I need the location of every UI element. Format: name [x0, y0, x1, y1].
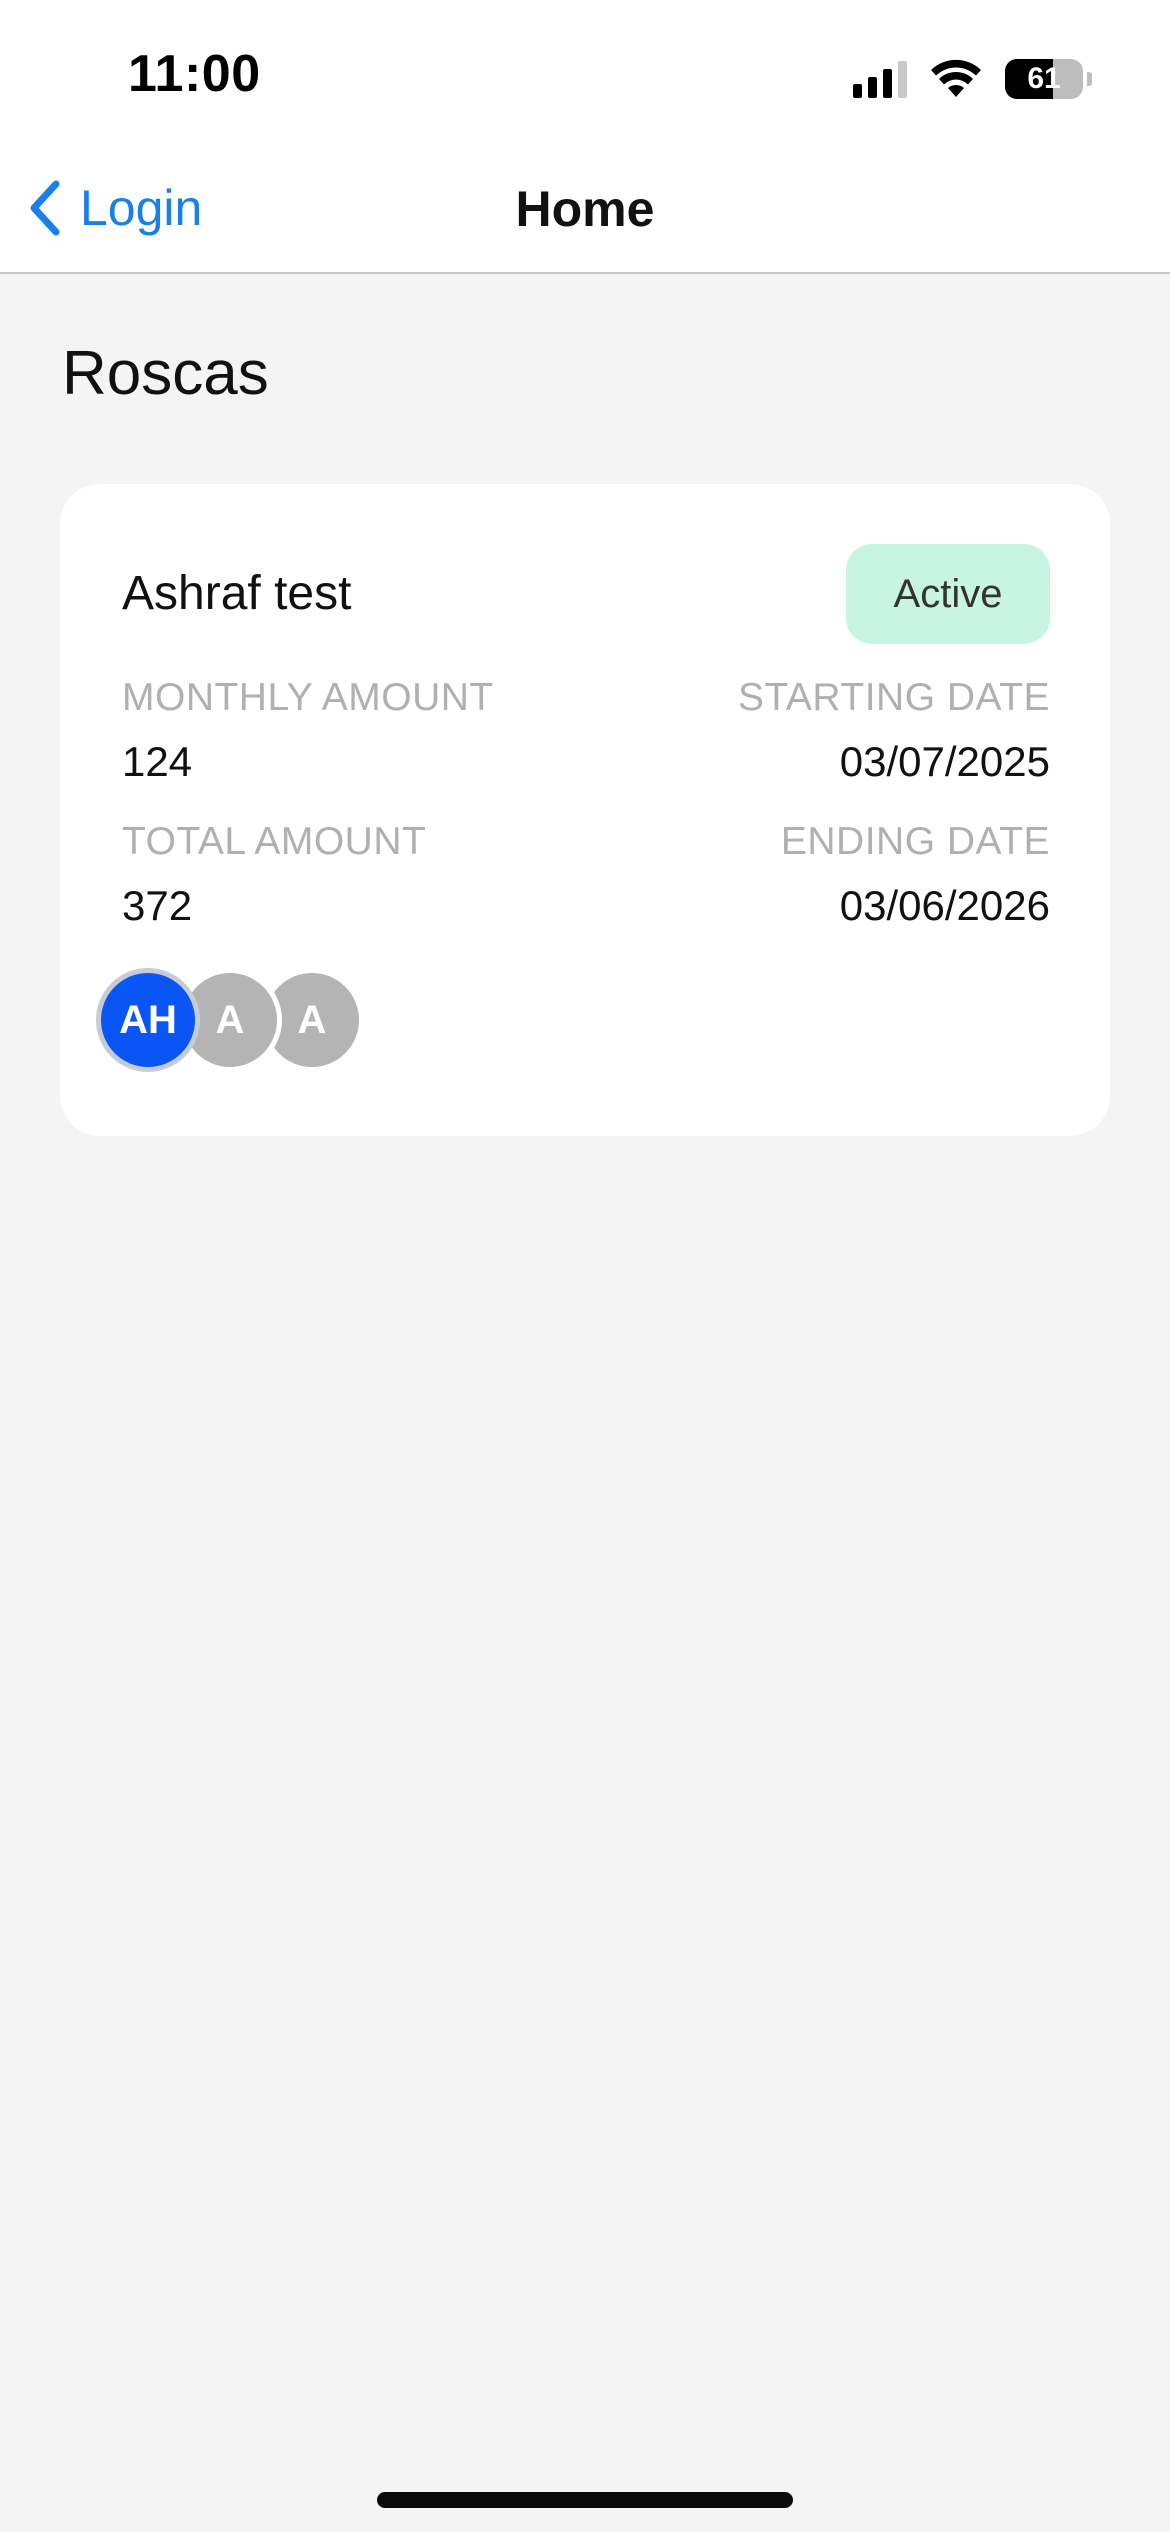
total-amount-value: 372	[122, 882, 193, 929]
total-amount-label: TOTAL AMOUNT	[122, 820, 427, 863]
status-bar: 11:00 61	[0, 0, 1170, 150]
battery-nub	[1087, 72, 1092, 86]
page-title: Home	[515, 181, 655, 237]
status-icons: 61	[853, 54, 1092, 104]
monthly-amount-value: 124	[122, 738, 193, 785]
member-avatars: AH A A	[96, 968, 364, 1072]
rosca-card[interactable]: Ashraf test Active MONTHLY AMOUNT 124 ST…	[60, 484, 1110, 1136]
starting-date-value: 03/07/2025	[839, 738, 1050, 785]
status-time: 11:00	[128, 45, 261, 103]
battery-percentage: 61	[1027, 62, 1061, 95]
monthly-amount-label: MONTHLY AMOUNT	[122, 676, 494, 719]
battery-icon: 61	[1005, 59, 1083, 99]
home-indicator[interactable]	[377, 2492, 793, 2508]
navigation-bar: Login Home	[0, 150, 1170, 274]
starting-date-label: STARTING DATE	[737, 676, 1050, 719]
section-title: Roscas	[62, 339, 269, 408]
home-screen: 11:00 61 Login Home Roscas Ashraf test A…	[0, 0, 1170, 2532]
rosca-name: Ashraf test	[122, 567, 352, 620]
ending-date-label: ENDING DATE	[780, 820, 1050, 863]
wifi-icon	[931, 59, 981, 97]
ending-date-value: 03/06/2026	[839, 882, 1050, 929]
avatar: AH	[96, 968, 200, 1072]
status-badge: Active	[846, 544, 1050, 644]
cellular-signal-icon	[853, 60, 907, 98]
